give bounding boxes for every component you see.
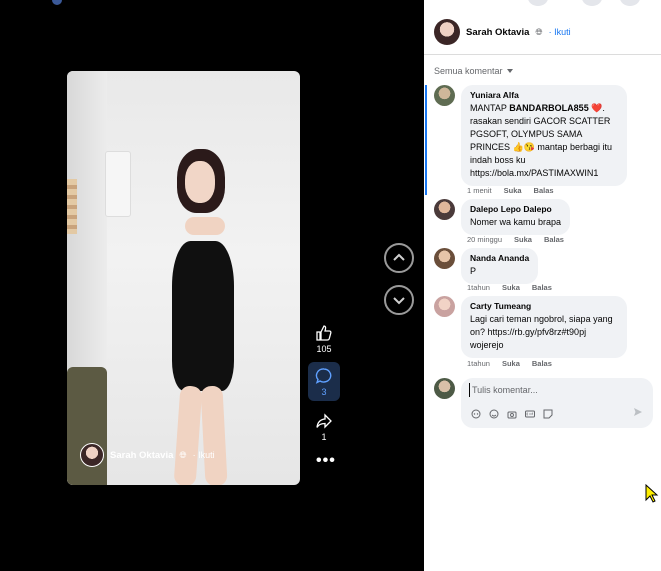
like-count: 105 <box>316 344 332 354</box>
chevron-down-icon <box>393 297 405 305</box>
avatar[interactable] <box>434 296 455 317</box>
comment-meta: 1tahun Suka Balas <box>467 359 552 368</box>
like-link[interactable]: Suka <box>502 283 520 292</box>
previous-video-button[interactable] <box>384 243 414 273</box>
share-action[interactable]: 1 <box>308 412 340 442</box>
mouse-cursor-icon <box>645 484 659 503</box>
comment-time[interactable]: 20 minggu <box>467 235 502 244</box>
avatar[interactable] <box>80 443 104 467</box>
like-link[interactable]: Suka <box>514 235 532 244</box>
follow-link[interactable]: · Ikuti <box>193 450 215 460</box>
reply-link[interactable]: Balas <box>534 186 554 195</box>
comment-author[interactable]: Dalepo Lepo Dalepo <box>470 204 561 214</box>
comment-icon <box>315 368 332 384</box>
avatar[interactable] <box>434 85 455 106</box>
more-options-button[interactable]: ••• <box>316 452 336 470</box>
reply-link[interactable]: Balas <box>532 359 552 368</box>
follow-link[interactable]: · Ikuti <box>549 27 571 37</box>
sort-label: Semua komentar <box>434 66 503 76</box>
comment-text: MANTAP BANDARBOLA855 ❤️. rasakan sendiri… <box>470 103 612 178</box>
comment-text: Lagi cari teman ngobrol, siapa yang on? … <box>470 314 613 350</box>
comment-input[interactable] <box>469 383 639 397</box>
comment-bubble: Carty Tumeang Lagi cari teman ngobrol, s… <box>461 296 627 358</box>
comment-bubble: Nanda Ananda P <box>461 248 539 284</box>
gif-icon[interactable] <box>525 406 535 418</box>
comment-box[interactable] <box>461 378 653 428</box>
avatar-sticker-icon[interactable] <box>471 406 481 419</box>
divider <box>424 54 661 55</box>
comment-item: Carty Tumeang Lagi cari teman ngobrol, s… <box>434 296 627 358</box>
top-button[interactable] <box>582 0 602 6</box>
like-link[interactable]: Suka <box>502 359 520 368</box>
like-action[interactable]: 105 <box>308 324 340 354</box>
video-owner-info: Sarah Oktavia 🌐︎ · Ikuti <box>80 443 215 467</box>
comment-meta: 1tahun Suka Balas <box>467 283 552 292</box>
top-indicator-dot <box>52 0 62 5</box>
video-viewer: Sarah Oktavia 🌐︎ · Ikuti 105 3 1 ••• <box>0 0 424 571</box>
comment-meta: 20 minggu Suka Balas <box>467 235 564 244</box>
comment-bubble: Yuniara Alfa MANTAP BANDARBOLA855 ❤️. ra… <box>461 85 627 186</box>
top-button[interactable] <box>528 0 548 6</box>
emoji-icon[interactable] <box>489 406 499 419</box>
next-video-button[interactable] <box>384 285 414 315</box>
panel-owner-name[interactable]: Sarah Oktavia <box>466 27 529 38</box>
person-leg-left <box>173 385 203 485</box>
comment-text: P <box>470 266 477 276</box>
like-link[interactable]: Suka <box>504 186 522 195</box>
thumbs-up-icon <box>316 325 332 341</box>
comments-panel: Sarah Oktavia 🌐︎ · Ikuti Semua komentar … <box>424 0 661 571</box>
comment-item: Dalepo Lepo Dalepo Nomer wa kamu brapa <box>434 199 571 235</box>
share-icon <box>316 413 332 429</box>
caret-down-icon <box>506 69 513 73</box>
comment-text: Nomer wa kamu brapa <box>470 217 562 227</box>
avatar[interactable] <box>434 19 460 45</box>
comment-action[interactable]: 3 <box>308 362 340 401</box>
panel-top-buttons <box>424 0 661 8</box>
comment-composer <box>434 378 653 428</box>
person-arms <box>185 217 225 235</box>
comment-time[interactable]: 1tahun <box>467 283 490 292</box>
video-frame[interactable] <box>67 71 300 485</box>
chevron-up-icon <box>393 253 405 261</box>
person-leg-right <box>200 385 228 485</box>
comment-item: Nanda Ananda P <box>434 248 539 284</box>
video-background-poster <box>105 151 131 217</box>
reply-link[interactable]: Balas <box>544 235 564 244</box>
video-background-curtain <box>67 179 77 234</box>
video-person <box>137 141 247 485</box>
reply-link[interactable]: Balas <box>532 283 552 292</box>
avatar <box>434 378 455 399</box>
globe-icon: 🌐︎ <box>535 26 543 37</box>
video-background-sofa <box>67 367 107 485</box>
comment-sort-dropdown[interactable]: Semua komentar <box>434 66 513 76</box>
sticker-icon[interactable] <box>543 406 553 419</box>
globe-icon: 🌐︎ <box>179 449 187 460</box>
comment-time[interactable]: 1 menit <box>467 186 492 195</box>
new-comment-highlight <box>425 85 427 195</box>
share-count: 1 <box>321 432 327 442</box>
panel-header: Sarah Oktavia 🌐︎ · Ikuti <box>434 19 571 45</box>
person-face <box>185 161 215 203</box>
comment-author[interactable]: Yuniara Alfa <box>470 90 618 100</box>
video-owner-name[interactable]: Sarah Oktavia <box>110 450 173 461</box>
person-dress <box>172 241 234 391</box>
comment-author[interactable]: Carty Tumeang <box>470 301 618 311</box>
top-button[interactable] <box>620 0 640 6</box>
comment-count: 3 <box>321 387 327 397</box>
comment-time[interactable]: 1tahun <box>467 359 490 368</box>
camera-icon[interactable] <box>507 406 517 419</box>
avatar[interactable] <box>434 248 455 269</box>
composer-tools <box>471 406 553 419</box>
avatar[interactable] <box>434 199 455 220</box>
comment-meta: 1 menit Suka Balas <box>467 186 554 195</box>
comment-author[interactable]: Nanda Ananda <box>470 253 529 263</box>
send-icon[interactable] <box>633 407 643 417</box>
comment-item: Yuniara Alfa MANTAP BANDARBOLA855 ❤️. ra… <box>434 85 627 186</box>
comment-bubble: Dalepo Lepo Dalepo Nomer wa kamu brapa <box>461 199 571 235</box>
